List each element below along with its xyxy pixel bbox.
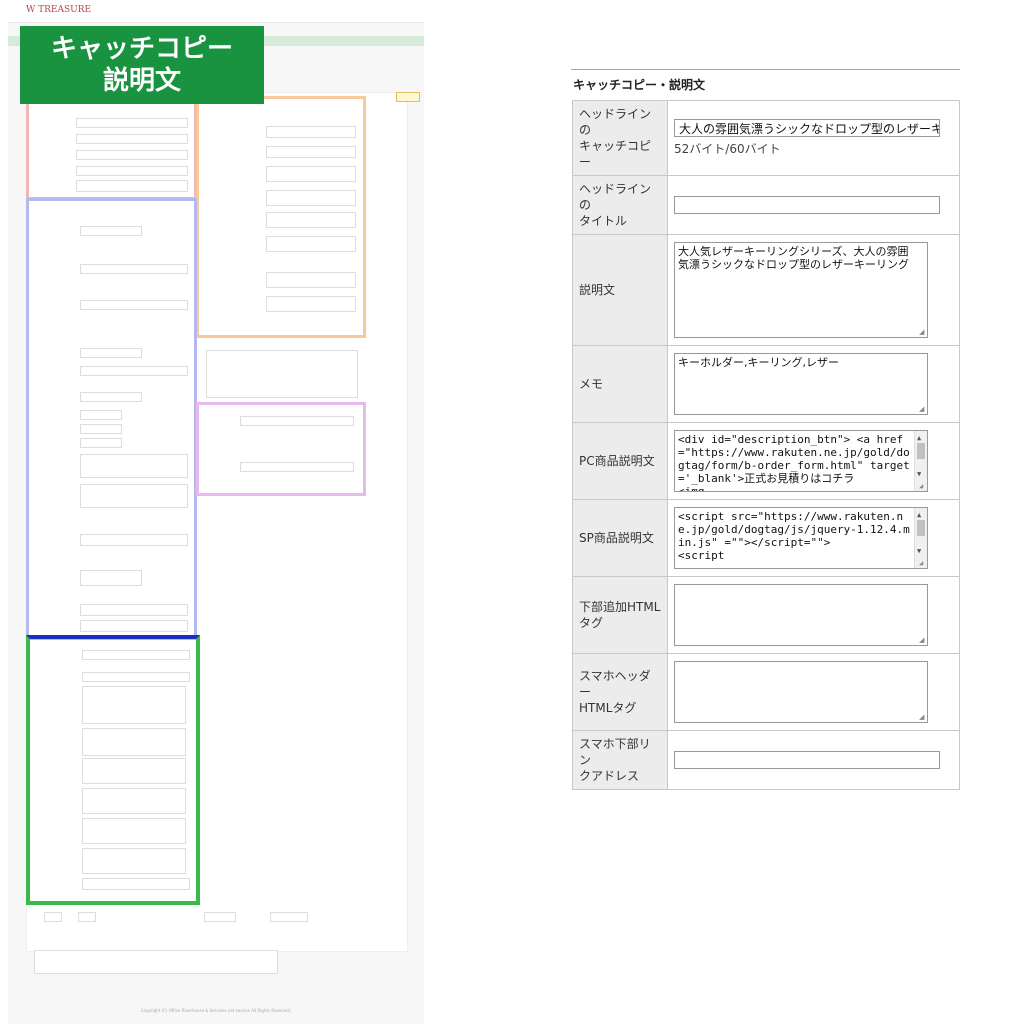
label-memo: メモ [572, 345, 668, 423]
form-row-pc-description: PC商品説明文 <div id="description_btn"> <a hr… [572, 422, 960, 500]
scroll-thumb[interactable] [917, 520, 925, 536]
banner-line-2: 説明文 [102, 66, 181, 96]
description-textarea[interactable]: 大人気レザーキーリングシリーズ、大人の雰囲気漂うシックなドロップ型のレザーキーリ… [674, 242, 928, 338]
mini-copyright: Copyright (C) Office Riverhouse & Servic… [140, 1008, 292, 1013]
banner-line-1: キャッチコピー [50, 34, 233, 64]
form-row-sp-description: SP商品説明文 <script src="https://www.rakuten… [572, 499, 960, 577]
label-pc-description: PC商品説明文 [572, 422, 668, 500]
resize-grip-icon[interactable]: ◢ [919, 329, 926, 336]
form-row-bottom-html: 下部追加HTML タグ ◢ [572, 576, 960, 654]
scroll-down-icon[interactable]: ▼ [917, 468, 921, 481]
label-headline-title: ヘッドラインの タイトル [572, 175, 668, 235]
resize-grip-icon[interactable]: ◢ [919, 714, 926, 721]
resize-grip-icon[interactable]: ◢ [919, 560, 926, 567]
bottom-html-textarea[interactable]: ◢ [674, 584, 928, 646]
form-row-sp-header-html: スマホヘッダー HTMLタグ ◢ [572, 653, 960, 731]
resize-grip-icon[interactable]: ◢ [919, 483, 926, 490]
catchcopy-byte-count: 52バイト/60バイト [674, 142, 781, 156]
page-overview-thumbnail: W TREASURE Copyright (C) Office Riverhou… [8, 0, 424, 1024]
section-banner: キャッチコピー 説明文 [20, 26, 264, 104]
form-row-headline-catchcopy: ヘッドラインの キャッチコピー 大人の雰囲気漂うシックなドロップ型のレザーキー … [572, 100, 960, 176]
label-headline-catchcopy: ヘッドラインの キャッチコピー [572, 100, 668, 176]
label-sp-description: SP商品説明文 [572, 499, 668, 577]
mini-bottom-box [34, 950, 278, 974]
scroll-thumb[interactable] [917, 443, 925, 459]
catchcopy-form-table: ヘッドラインの キャッチコピー 大人の雰囲気漂うシックなドロップ型のレザーキー … [572, 100, 960, 790]
label-description: 説明文 [572, 234, 668, 346]
sp-description-textarea[interactable]: <script src="https://www.rakuten.ne.jp/g… [674, 507, 928, 569]
pc-description-textarea[interactable]: <div id="description_btn"> <a href="http… [674, 430, 928, 492]
headline-catchcopy-input[interactable]: 大人の雰囲気漂うシックなドロップ型のレザーキー [674, 119, 940, 137]
resize-grip-icon[interactable]: ◢ [919, 406, 926, 413]
resize-grip-icon[interactable]: ◢ [919, 637, 926, 644]
headline-title-input[interactable] [674, 196, 940, 214]
scroll-down-icon[interactable]: ▼ [917, 545, 921, 558]
form-row-sp-bottom-link: スマホ下部リン クアドレス [572, 730, 960, 790]
section-divider [571, 69, 960, 70]
memo-textarea[interactable]: キーホルダー,キーリング,レザー ◢ [674, 353, 928, 415]
label-sp-bottom-link: スマホ下部リン クアドレス [572, 730, 668, 790]
label-bottom-html: 下部追加HTML タグ [572, 576, 668, 654]
sp-header-html-textarea[interactable]: ◢ [674, 661, 928, 723]
mini-logo: W TREASURE [26, 5, 92, 15]
form-row-description: 説明文 大人気レザーキーリングシリーズ、大人の雰囲気漂うシックなドロップ型のレザ… [572, 234, 960, 346]
label-sp-header-html: スマホヘッダー HTMLタグ [572, 653, 668, 731]
sp-bottom-link-input[interactable] [674, 751, 940, 769]
mini-header: W TREASURE [8, 0, 424, 23]
form-row-memo: メモ キーホルダー,キーリング,レザー ◢ [572, 345, 960, 423]
form-row-headline-title: ヘッドラインの タイトル [572, 175, 960, 235]
section-title: キャッチコピー・説明文 [573, 78, 706, 92]
